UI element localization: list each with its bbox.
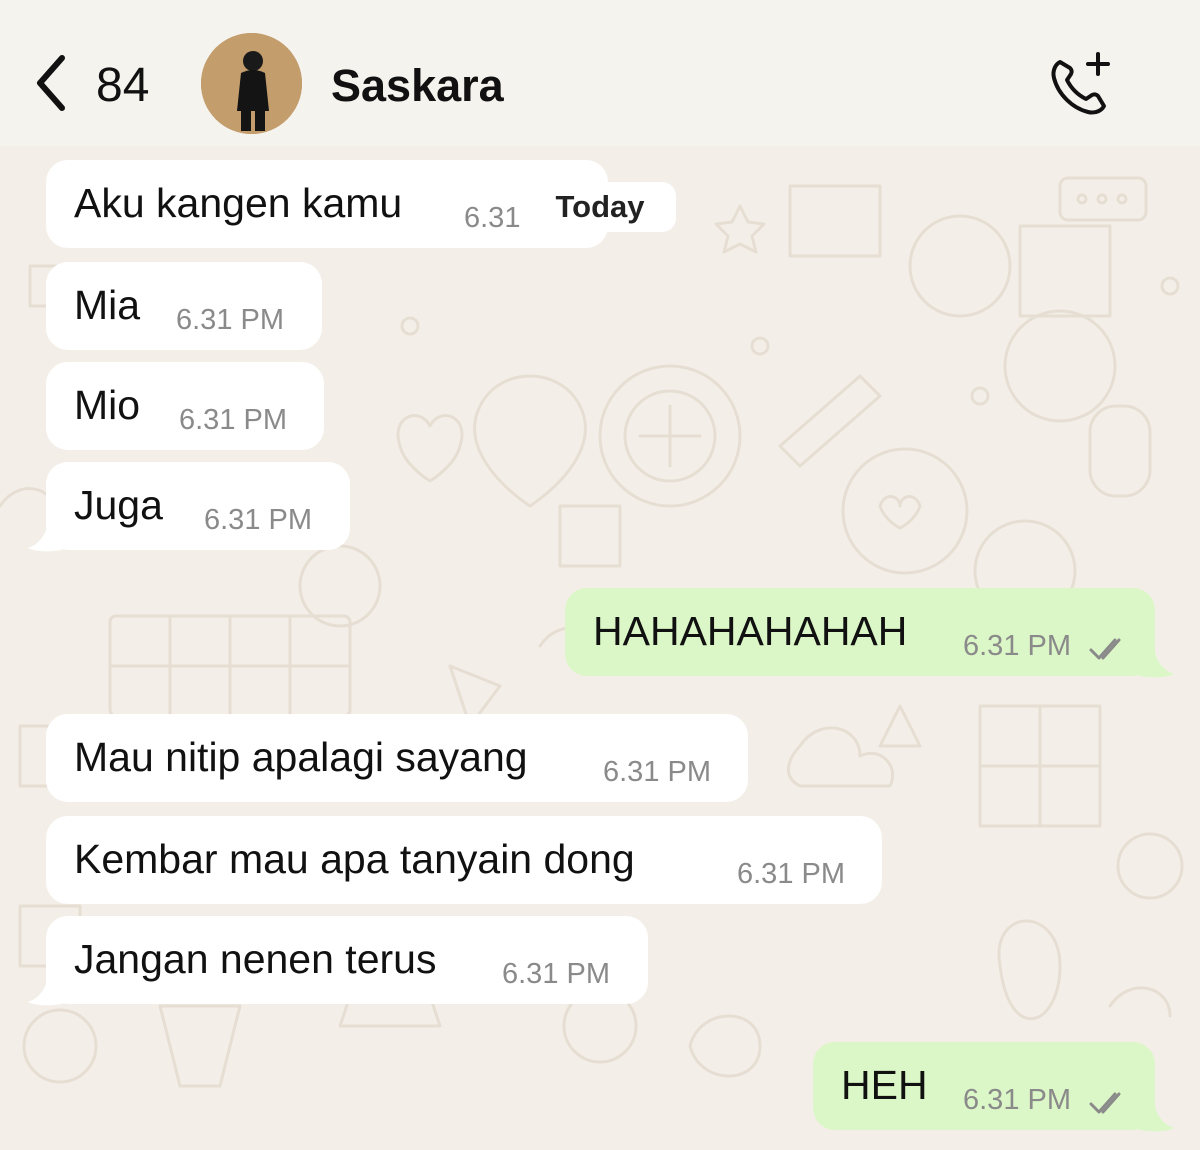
message-text: Mia xyxy=(74,282,141,328)
message-bubble-outgoing[interactable]: HEH 6.31 PM xyxy=(813,1042,1155,1130)
message-text: Mio xyxy=(74,382,141,428)
message-list[interactable]: Aku kangen kamu 6.31 PM Today Mia 6.31 P… xyxy=(0,146,1200,1150)
message-bubble[interactable]: Kembar mau apa tanyain dong 6.31 PM xyxy=(46,816,882,904)
avatar[interactable] xyxy=(201,33,302,134)
message-bubble[interactable]: Mio 6.31 PM xyxy=(46,362,324,450)
message-bubble[interactable]: Jangan nenen terus 6.31 PM xyxy=(46,916,648,1004)
message-bubble[interactable]: Mau nitip apalagi sayang 6.31 PM xyxy=(46,714,748,802)
message-time: 6.31 PM xyxy=(603,756,711,788)
message-bubble[interactable]: Mia 6.31 PM xyxy=(46,262,322,350)
contact-name[interactable]: Saskara xyxy=(331,58,504,114)
message-text: Jangan nenen terus xyxy=(74,936,437,982)
date-divider: Today xyxy=(524,182,676,232)
message-text: HAHAHAHAHAH xyxy=(593,608,908,654)
message-bubble[interactable]: Juga 6.31 PM xyxy=(46,462,350,550)
message-text: Mau nitip apalagi sayang xyxy=(74,734,528,780)
double-check-icon xyxy=(1089,638,1121,660)
message-text: Kembar mau apa tanyain dong xyxy=(74,836,635,882)
message-time: 6.31 PM xyxy=(502,958,610,990)
message-text: HEH xyxy=(841,1062,928,1108)
double-check-icon xyxy=(1089,1092,1121,1114)
message-time: 6.31 PM xyxy=(176,304,284,336)
chevron-left-icon xyxy=(30,52,72,119)
message-bubble-outgoing[interactable]: HAHAHAHAHAH 6.31 PM xyxy=(565,588,1155,676)
add-call-button[interactable] xyxy=(1046,48,1118,120)
chat-header: 84 Saskara xyxy=(0,0,1200,146)
message-time: 6.31 PM xyxy=(963,1084,1071,1116)
message-text: Juga xyxy=(74,482,163,528)
message-time: 6.31 PM xyxy=(963,630,1071,662)
message-time: 6.31 PM xyxy=(737,858,845,890)
bubble-tail xyxy=(1140,1102,1174,1132)
bubble-tail xyxy=(28,976,62,1006)
message-time: 6.31 PM xyxy=(179,404,287,436)
message-text: Aku kangen kamu xyxy=(74,180,403,226)
bubble-tail xyxy=(1140,648,1174,678)
phone-add-icon xyxy=(1046,52,1118,124)
unread-count[interactable]: 84 xyxy=(96,58,149,114)
message-time: 6.31 PM xyxy=(204,504,312,536)
back-button[interactable] xyxy=(30,52,72,119)
bubble-tail xyxy=(28,522,62,552)
